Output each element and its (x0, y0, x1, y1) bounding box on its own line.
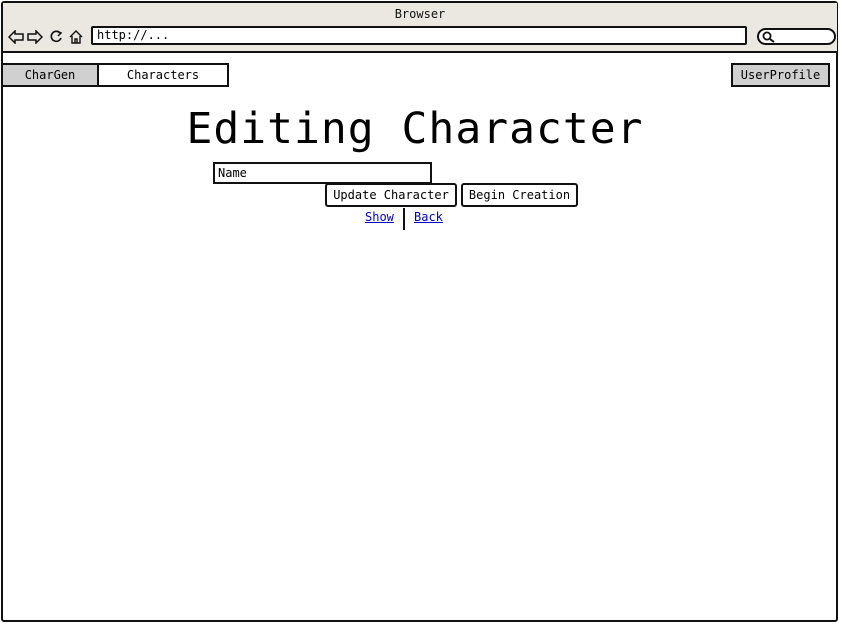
show-link[interactable]: Show (365, 210, 394, 224)
window-title: Browser (394, 7, 446, 21)
page-title: Editing Character (0, 104, 834, 154)
back-link[interactable]: Back (414, 210, 443, 224)
search-icon (762, 31, 775, 43)
back-arrow-icon[interactable] (7, 28, 25, 46)
name-field[interactable]: Name (213, 162, 432, 184)
address-bar[interactable]: http://... (91, 26, 747, 45)
update-character-button[interactable]: Update Character (325, 183, 457, 207)
tab-chargen[interactable]: CharGen (1, 63, 99, 87)
tab-user-profile[interactable]: UserProfile (731, 63, 830, 87)
home-icon[interactable] (67, 28, 85, 46)
tab-characters[interactable]: Characters (97, 63, 229, 87)
forward-arrow-icon[interactable] (26, 28, 44, 46)
link-divider (403, 208, 405, 230)
begin-creation-button[interactable]: Begin Creation (461, 183, 578, 207)
browser-search-field[interactable] (757, 28, 836, 45)
browser-window (1, 1, 838, 622)
browser-chrome: Browser http://... (3, 3, 837, 53)
page-title-text: Editing Character (186, 104, 644, 154)
reload-icon[interactable] (47, 28, 65, 46)
